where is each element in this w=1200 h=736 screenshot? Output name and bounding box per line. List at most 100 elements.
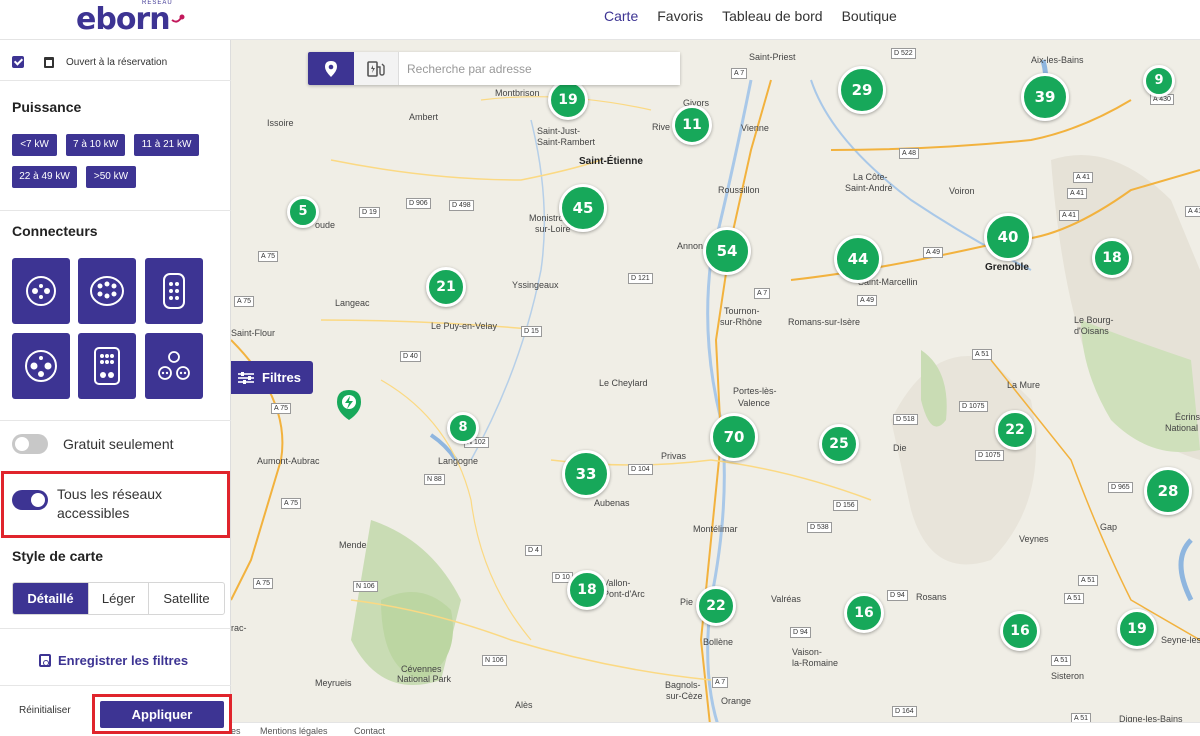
footer-link[interactable]: es	[231, 726, 241, 736]
station-cluster[interactable]: 39	[1021, 73, 1069, 121]
ev-charger-icon	[367, 60, 385, 77]
station-cluster[interactable]: 29	[838, 66, 886, 114]
footer-contact[interactable]: Contact	[354, 726, 385, 736]
style-satellite-button[interactable]: Satellite	[148, 583, 224, 614]
power-11-21kw-button[interactable]: 11 à 21 kW	[134, 134, 199, 156]
save-filters-link[interactable]: Enregistrer les filtres	[39, 653, 188, 668]
station-cluster[interactable]: 45	[559, 184, 607, 232]
power-7-10kw-button[interactable]: 7 à 10 kW	[66, 134, 125, 156]
road-label: A 7	[754, 288, 771, 299]
place-label: Ambert	[409, 112, 439, 122]
nav-favoris[interactable]: Favoris	[657, 8, 703, 24]
domestic-socket-icon	[158, 351, 190, 380]
gratuit-toggle-row[interactable]: Gratuit seulement	[12, 434, 174, 454]
connector-chademo-button[interactable]	[145, 258, 203, 324]
station-cluster[interactable]: 33	[562, 450, 610, 498]
connector-type3-button[interactable]	[12, 333, 70, 399]
connector-combo-button[interactable]	[78, 258, 136, 324]
station-cluster[interactable]: 19	[548, 80, 588, 120]
apply-highlight-box: Appliquer	[92, 694, 232, 734]
place-label: Romans-sur-Isère	[788, 317, 861, 327]
road-label: A 41	[1059, 210, 1080, 221]
station-cluster[interactable]: 40	[984, 213, 1032, 261]
apply-button[interactable]: Appliquer	[100, 701, 224, 728]
reseaux-toggle[interactable]	[12, 490, 48, 510]
map-pin-icon	[325, 60, 337, 77]
power-22-49kw-button[interactable]: 22 à 49 kW	[12, 166, 77, 188]
divider	[0, 80, 231, 81]
road-label: D 19	[359, 207, 380, 218]
road-label: A 51	[1078, 575, 1099, 586]
location-pin-button[interactable]	[308, 52, 354, 85]
station-cluster[interactable]: 70	[710, 413, 758, 461]
place-label: Sisteron	[1051, 671, 1085, 681]
road-label: N 88	[424, 474, 445, 485]
eborn-logo[interactable]: RÉSEAU eborn	[76, 0, 186, 37]
style-de-carte-title: Style de carte	[12, 548, 104, 564]
road-label: A 41	[1067, 188, 1088, 199]
station-cluster[interactable]: 54	[703, 227, 751, 275]
reseaux-label: Tous les réseaux accessibles	[57, 485, 162, 523]
station-cluster[interactable]: 44	[834, 235, 882, 283]
station-cluster[interactable]: 28	[1144, 467, 1192, 515]
road-label: D 94	[887, 590, 908, 601]
station-cluster[interactable]: 19	[1117, 609, 1157, 649]
station-cluster[interactable]: 21	[426, 267, 466, 307]
reservation-filter-row[interactable]: Ouvert à la réservation	[12, 54, 167, 70]
station-cluster[interactable]: 8	[447, 412, 479, 444]
style-leger-button[interactable]: Léger	[88, 583, 148, 614]
road-label: D 1075	[975, 450, 1004, 461]
place-label: Vaison-	[792, 647, 822, 657]
road-label: A 75	[271, 403, 292, 414]
reservation-checkbox[interactable]	[12, 56, 24, 68]
place-label: La Côte-	[853, 172, 888, 182]
connector-domestic-button[interactable]	[145, 333, 203, 399]
place-label: Die	[893, 443, 907, 453]
station-cluster[interactable]: 18	[567, 570, 607, 610]
road-label: D 1075	[959, 401, 988, 412]
station-cluster[interactable]: 16	[1000, 611, 1040, 651]
station-cluster[interactable]: 16	[844, 593, 884, 633]
station-cluster[interactable]: 18	[1092, 238, 1132, 278]
reservation-label: Ouvert à la réservation	[66, 56, 168, 68]
place-label: Valence	[738, 398, 770, 408]
address-search-input[interactable]	[399, 52, 680, 85]
place-label: Langogne	[438, 456, 479, 466]
connector-type2-button[interactable]	[12, 258, 70, 324]
power-under-7kw-button[interactable]: <7 kW	[12, 134, 57, 156]
place-label: Saint-Flour	[231, 328, 276, 338]
top-header: RÉSEAU eborn Carte Favoris Tableau de bo…	[0, 0, 1200, 40]
map-area[interactable]: Montbrison Saint-Just- Saint-Rambert Sai…	[231, 40, 1200, 734]
type3-socket-icon	[25, 350, 57, 382]
filters-toggle-button[interactable]: Filtres	[231, 361, 313, 394]
nav-boutique[interactable]: Boutique	[842, 8, 897, 24]
station-cluster[interactable]: 22	[995, 410, 1035, 450]
style-detaille-button[interactable]: Détaillé	[13, 583, 88, 614]
connector-ccs2-button[interactable]	[78, 333, 136, 399]
road-label: A 51	[972, 349, 993, 360]
station-cluster[interactable]: 5	[287, 196, 319, 228]
place-label: rac-	[231, 623, 247, 633]
place-label: Le Cheylard	[599, 378, 648, 388]
charging-station-button[interactable]	[354, 52, 399, 85]
station-cluster[interactable]: 9	[1143, 65, 1175, 97]
place-label: Grenoble	[985, 262, 1029, 273]
place-label: Meyrueis	[315, 678, 352, 688]
place-label: Langeac	[335, 298, 370, 308]
station-cluster[interactable]: 25	[819, 424, 859, 464]
filters-label: Filtres	[262, 370, 302, 385]
station-cluster[interactable]: 11	[672, 105, 712, 145]
gratuit-toggle[interactable]	[12, 434, 48, 454]
road-label: D 121	[628, 273, 653, 284]
nav-tableau-de-bord[interactable]: Tableau de bord	[722, 8, 822, 24]
road-label: A 49	[857, 295, 878, 306]
calendar-icon	[44, 56, 54, 68]
reset-button[interactable]: Réinitialiser	[19, 705, 71, 716]
nav-carte[interactable]: Carte	[604, 8, 638, 24]
place-label: Saint-Priest	[749, 52, 796, 62]
power-over-50kw-button[interactable]: >50 kW	[86, 166, 136, 188]
reseaux-toggle-row[interactable]: Tous les réseaux accessibles	[12, 485, 162, 523]
place-label: Montbrison	[495, 88, 540, 98]
station-cluster[interactable]: 22	[696, 586, 736, 626]
footer-mentions-legales[interactable]: Mentions légales	[260, 726, 328, 736]
